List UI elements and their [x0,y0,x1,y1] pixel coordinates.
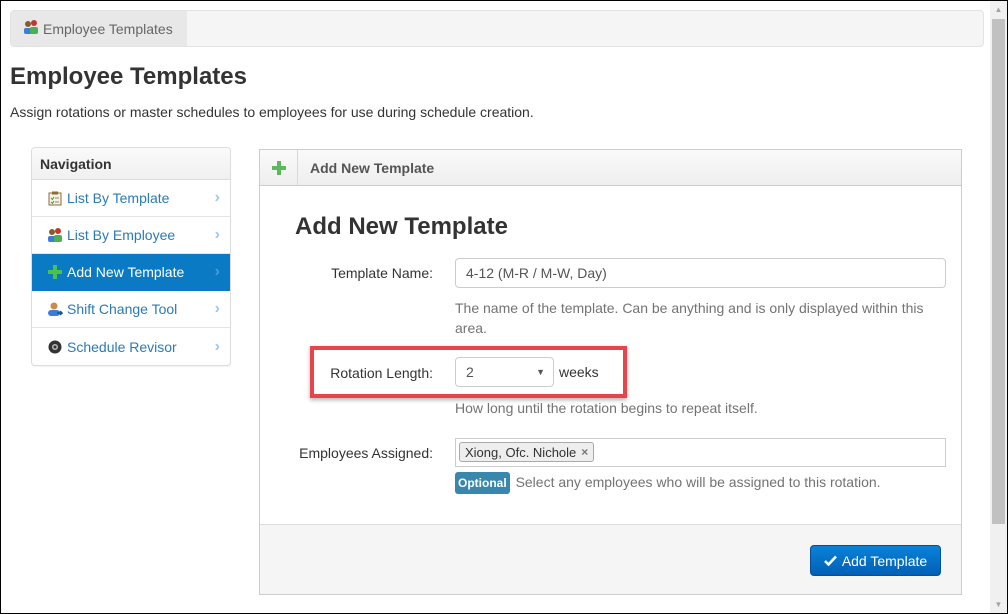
page-title: Employee Templates [10,63,247,90]
template-name-label: Template Name: [331,265,433,281]
rotation-length-unit: weeks [559,364,599,380]
chevron-right-icon: › [214,337,220,355]
sidebar-item-list-by-employee[interactable]: List By Employee › [32,217,230,254]
plus-icon [47,264,63,280]
sidebar-item-list-by-template[interactable]: List By Template › [32,180,230,217]
sidebar-item-label: Add New Template [67,264,185,280]
add-template-button-label: Add Template [841,552,928,569]
breadcrumb: Employee Templates [10,10,984,47]
users-icon [23,19,39,38]
user-swap-icon [47,301,63,317]
disc-icon [47,339,63,355]
caret-down-icon: ▼ [536,367,545,377]
rotation-length-value: 2 [466,364,474,380]
chevron-right-icon: › [214,263,220,280]
sidebar-item-label: List By Employee [67,227,176,243]
employees-assigned-help: Select any employees who will be assigne… [515,474,881,490]
chevron-right-icon: › [214,189,220,206]
template-name-help: The name of the template. Can be anythin… [455,300,924,336]
rotation-length-select[interactable]: 2 ▼ [455,357,554,387]
plus-icon [260,150,298,185]
rotation-length-help: How long until the rotation begins to re… [455,400,758,416]
form-heading: Add New Template [295,213,508,240]
optional-badge: Optional [455,472,510,494]
breadcrumb-item-employee-templates[interactable]: Employee Templates [11,11,187,46]
sidebar-navigation: Navigation List By Template › List By Em… [31,147,231,366]
sidebar-item-add-new-template[interactable]: Add New Template › [32,254,230,291]
employees-assigned-help-row: Optional Select any employees who will b… [455,472,945,494]
panel-header: Add New Template [260,150,961,186]
add-template-panel: Add New Template Add New Template Templa… [259,149,962,595]
sidebar-item-label: List By Template [67,190,170,206]
sidebar-item-schedule-revisor[interactable]: Schedule Revisor › [32,328,230,365]
page: Employee Templates Employee Templates As… [1,1,991,613]
users-icon [47,227,63,243]
scrollbar-thumb[interactable] [992,19,1005,524]
sidebar-item-label: Schedule Revisor [67,338,177,355]
sidebar-item-shift-change-tool[interactable]: Shift Change Tool › [32,291,230,328]
rotation-length-label: Rotation Length: [330,365,433,381]
breadcrumb-label: Employee Templates [43,20,173,37]
chevron-right-icon: › [214,300,220,317]
sidebar-item-label: Shift Change Tool [67,301,178,317]
template-name-input[interactable]: 4-12 (M-R / M-W, Day) [455,258,946,288]
page-subtitle: Assign rotations or master schedules to … [10,104,534,120]
scroll-down-icon[interactable]: ▼ [990,596,1007,613]
clipboard-check-icon [47,190,63,206]
employees-assigned-input[interactable]: Xiong, Ofc. Nichole × [455,438,946,467]
scroll-up-icon[interactable]: ▲ [990,1,1007,18]
check-icon [823,553,837,569]
panel-footer: Add Template [260,524,961,594]
employee-tag: Xiong, Ofc. Nichole × [459,442,595,462]
vertical-scrollbar[interactable]: ▲ ▼ [990,1,1007,613]
panel-header-title: Add New Template [310,159,435,176]
remove-tag-icon[interactable]: × [581,445,588,459]
chevron-right-icon: › [214,226,220,243]
add-template-button[interactable]: Add Template [810,545,941,576]
sidebar-heading: Navigation [32,148,230,180]
employees-assigned-label: Employees Assigned: [299,445,433,461]
employee-tag-label: Xiong, Ofc. Nichole [465,444,577,460]
